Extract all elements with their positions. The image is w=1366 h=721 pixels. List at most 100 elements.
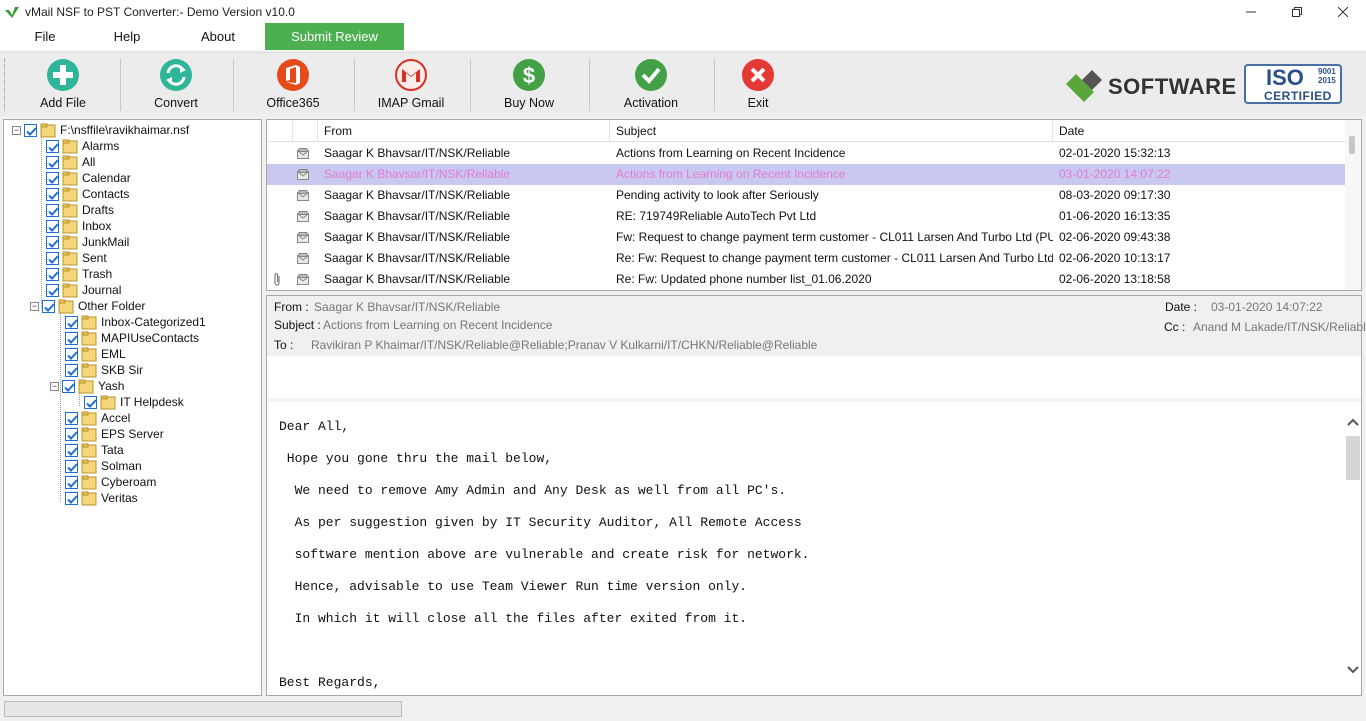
exit-button[interactable]: Exit [717,53,799,117]
convert-button[interactable]: Convert [135,53,217,117]
folder-icon [62,139,78,154]
tree-checkbox[interactable] [24,123,37,137]
tree-item-sent[interactable]: Sent [46,250,107,266]
col-subject-header[interactable]: Subject [610,120,1053,142]
tree-label: SKB Sir [101,363,144,377]
collapse-icon[interactable]: − [12,125,21,135]
tree-item-drafts[interactable]: Drafts [46,202,114,218]
tree-item-inbox-categorized1[interactable]: Inbox-Categorized1 [65,314,206,330]
tree-item-trash[interactable]: Trash [46,266,112,282]
col-from-header[interactable]: From [318,120,610,142]
add-file-button[interactable]: Add File [22,53,104,117]
tree-label: Drafts [82,203,115,217]
tree-item-yash[interactable]: − Yash [50,378,124,394]
tree-item-eml[interactable]: EML [65,346,126,362]
close-window-button[interactable] [1320,0,1366,23]
folder-icon [62,235,78,250]
tree-root[interactable]: − F:\nsffile\ravikhaimar.nsf [12,122,189,138]
tree-checkbox[interactable] [46,219,59,233]
office365-label: Office365 [266,96,320,110]
tree-checkbox[interactable] [46,283,59,297]
col-date-header[interactable]: Date [1053,120,1347,142]
mail-row[interactable]: Saagar K Bhavsar/IT/NSK/Reliable Re: Fw: … [267,248,1347,269]
imap-gmail-button[interactable]: IMAP Gmail [370,53,452,117]
tree-checkbox[interactable] [65,331,78,345]
tree-item-other-folder[interactable]: − Other Folder [30,298,145,314]
tree-checkbox[interactable] [46,203,59,217]
folder-icon [100,395,116,410]
mail-list-scrollbar[interactable] [1345,120,1361,290]
tree-checkbox[interactable] [42,299,55,313]
tree-item-contacts[interactable]: Contacts [46,186,129,202]
tree-item-veritas[interactable]: Veritas [65,490,138,506]
tree-checkbox[interactable] [65,459,78,473]
tree-checkbox[interactable] [65,443,78,457]
scroll-down-icon[interactable] [1345,662,1361,678]
folder-icon [62,155,78,170]
envelope-icon [297,253,309,264]
tree-checkbox[interactable] [65,315,78,329]
mail-row[interactable]: Saagar K Bhavsar/IT/NSK/Reliable RE: 7197… [267,206,1347,227]
tree-item-skb-sir[interactable]: SKB Sir [65,362,143,378]
collapse-icon[interactable]: − [50,381,59,391]
mail-date: 01-06-2020 16:13:35 [1059,209,1171,223]
tree-checkbox[interactable] [46,155,59,169]
minimize-button[interactable] [1228,0,1274,23]
app-logo-icon [5,6,19,18]
tree-item-solman[interactable]: Solman [65,458,142,474]
tree-item-calendar[interactable]: Calendar [46,170,131,186]
tree-item-cyberoam[interactable]: Cyberoam [65,474,156,490]
mail-list-scroll-thumb[interactable] [1349,136,1355,154]
tree-label: Solman [101,459,142,473]
tree-item-mapiusecontacts[interactable]: MAPIUseContacts [65,330,199,346]
exit-icon [742,59,774,91]
mail-row[interactable]: Saagar K Bhavsar/IT/NSK/Reliable Actions … [267,143,1347,164]
tree-checkbox[interactable] [65,427,78,441]
tree-item-journal[interactable]: Journal [46,282,121,298]
collapse-icon[interactable]: − [30,301,39,311]
menu-submit-review[interactable]: Submit Review [265,23,404,50]
menu-about[interactable]: About [192,23,244,50]
tree-checkbox[interactable] [65,411,78,425]
mail-row[interactable]: Saagar K Bhavsar/IT/NSK/Reliable Actions … [267,164,1347,185]
iso-label: ISO [1266,65,1304,90]
tree-item-alarms[interactable]: Alarms [46,138,119,154]
mail-body-scrollbar[interactable] [1345,404,1361,694]
tree-checkbox[interactable] [65,363,78,377]
tree-checkbox[interactable] [62,379,75,393]
office365-button[interactable]: Office365 [252,53,334,117]
tree-checkbox[interactable] [46,171,59,185]
tree-checkbox[interactable] [65,491,78,505]
tree-checkbox[interactable] [65,347,78,361]
tree-item-all[interactable]: All [46,154,95,170]
mail-subject: RE: 719749Reliable AutoTech Pvt Ltd [616,209,817,223]
mail-row[interactable]: Saagar K Bhavsar/IT/NSK/Reliable Re: Fw: … [267,269,1347,290]
imap-gmail-label: IMAP Gmail [377,96,445,110]
buy-now-button[interactable]: $ Buy Now [488,53,570,117]
tree-checkbox[interactable] [46,139,59,153]
tree-item-eps-server[interactable]: EPS Server [65,426,164,442]
mail-body-scroll-thumb[interactable] [1346,436,1360,480]
mail-row[interactable]: Saagar K Bhavsar/IT/NSK/Reliable Pending … [267,185,1347,206]
tree-checkbox[interactable] [46,235,59,249]
tree-checkbox[interactable] [65,475,78,489]
mail-row[interactable]: Saagar K Bhavsar/IT/NSK/Reliable Fw: Requ… [267,227,1347,248]
menu-help[interactable]: Help [104,23,150,50]
add-icon [47,59,79,91]
tree-checkbox[interactable] [46,267,59,281]
tree-checkbox[interactable] [46,251,59,265]
menu-file[interactable]: File [22,23,68,50]
tree-checkbox[interactable] [84,395,97,409]
tree-item-it-helpdesk[interactable]: IT Helpdesk [84,394,184,410]
mail-subject: Actions from Learning on Recent Incidenc… [616,167,846,181]
restore-button[interactable] [1274,0,1320,23]
activation-button[interactable]: Activation [610,53,692,117]
tree-item-inbox[interactable]: Inbox [46,218,111,234]
tree-item-accel[interactable]: Accel [65,410,130,426]
tree-checkbox[interactable] [46,187,59,201]
scroll-up-icon[interactable] [1345,414,1361,430]
folder-icon [81,443,97,458]
tree-item-tata[interactable]: Tata [65,442,124,458]
tree-item-junkmail[interactable]: JunkMail [46,234,129,250]
mail-body-line: Best Regards, [279,675,381,690]
